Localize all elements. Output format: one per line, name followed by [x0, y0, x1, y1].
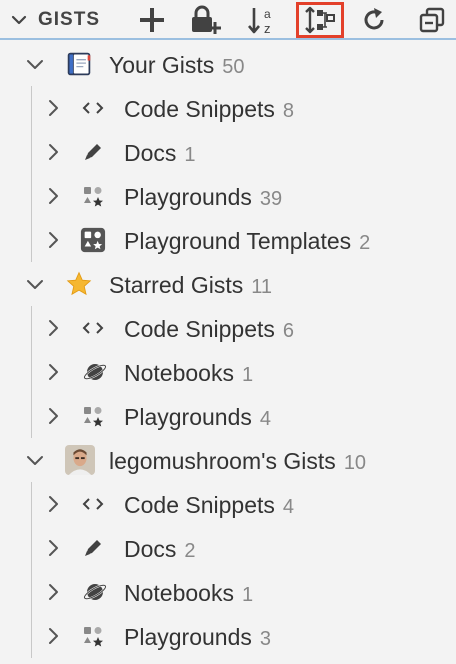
item-count: 3	[259, 628, 271, 650]
item-count: 1	[184, 144, 196, 166]
tree-item-label: Playgrounds	[124, 184, 252, 210]
tree-item-docs[interactable]: Docs 1	[0, 130, 456, 174]
svg-text:z: z	[264, 21, 271, 35]
tree-item-label: Playgrounds	[124, 404, 252, 430]
planet-icon	[82, 579, 108, 605]
chevron-right-icon[interactable]	[44, 319, 62, 337]
tree-item-notebooks[interactable]: Notebooks 1	[0, 350, 456, 394]
chevron-down-icon[interactable]	[26, 451, 44, 469]
chevron-right-icon[interactable]	[44, 231, 62, 249]
item-count: 10	[343, 452, 367, 474]
tree-item-label: Notebooks	[124, 360, 234, 386]
tree-item-your-gists[interactable]: Your Gists 50	[0, 42, 456, 86]
chevron-right-icon[interactable]	[44, 363, 62, 381]
group-button[interactable]	[296, 2, 344, 38]
chevron-down-icon[interactable]	[10, 11, 28, 29]
planet-icon	[82, 359, 108, 385]
item-count: 11	[251, 276, 272, 298]
tree-item-label: Notebooks	[124, 580, 234, 606]
code-icon	[80, 315, 106, 341]
tree-item-code-snippets[interactable]: Code Snippets 6	[0, 306, 456, 350]
code-icon	[80, 491, 106, 517]
item-count: 6	[282, 320, 295, 342]
tree-item-label: Code Snippets	[124, 96, 275, 122]
refresh-button[interactable]	[355, 3, 393, 37]
item-count: 4	[282, 496, 295, 518]
sort-a-z-icon: a z	[248, 7, 271, 35]
tree-item-label: Playground Templates	[124, 228, 352, 254]
plus-icon	[140, 8, 164, 32]
tree-item-playgrounds[interactable]: Playgrounds 4	[0, 394, 456, 438]
tree-item-playgrounds[interactable]: Playgrounds 3	[0, 614, 456, 658]
group-tree-icon	[305, 6, 335, 34]
playground-icon	[80, 403, 106, 429]
item-count: 50	[222, 56, 245, 78]
tree-item-code-snippets[interactable]: Code Snippets 8	[0, 86, 456, 130]
chevron-right-icon[interactable]	[44, 627, 62, 645]
chevron-right-icon[interactable]	[44, 143, 62, 161]
collapse-all-icon	[419, 7, 445, 33]
avatar	[64, 444, 96, 476]
tree-item-label: Code Snippets	[124, 492, 275, 518]
tree-item-code-snippets[interactable]: Code Snippets 4	[0, 482, 456, 526]
item-count: 39	[259, 188, 283, 210]
pencil-icon	[80, 139, 106, 165]
item-count: 1	[241, 584, 254, 606]
playground-icon	[80, 183, 106, 209]
svg-text:a: a	[264, 7, 271, 21]
pencil-icon	[80, 535, 106, 561]
lock-plus-icon	[192, 5, 221, 34]
code-icon	[80, 95, 106, 121]
chevron-right-icon[interactable]	[44, 539, 62, 557]
tree-item-notebooks[interactable]: Notebooks 1	[0, 570, 456, 614]
playground-template-icon	[80, 227, 106, 253]
tree-item-starred-gists[interactable]: Starred Gists 11	[0, 262, 456, 306]
tree-item-label: Playgrounds	[124, 624, 252, 650]
playground-icon	[80, 623, 106, 649]
new-secret-gist-button[interactable]	[186, 3, 224, 37]
tree-item-playgrounds[interactable]: Playgrounds 39	[0, 174, 456, 218]
tree-item-label: Docs	[124, 140, 177, 166]
item-count: 8	[282, 100, 295, 122]
chevron-right-icon[interactable]	[44, 407, 62, 425]
view-title: GISTS	[38, 9, 101, 30]
new-gist-button[interactable]	[133, 3, 171, 37]
tree-item-label: Your Gists	[109, 52, 215, 78]
chevron-right-icon[interactable]	[44, 495, 62, 513]
chevron-right-icon[interactable]	[44, 187, 62, 205]
tree-item-label: legomushroom's Gists	[109, 448, 336, 474]
item-count: 2	[359, 232, 371, 254]
refresh-icon	[364, 8, 384, 30]
star-icon	[66, 271, 92, 297]
item-count: 1	[241, 364, 254, 386]
chevron-down-icon[interactable]	[26, 275, 44, 293]
tree-item-label: Code Snippets	[124, 316, 275, 342]
notebook-icon	[66, 51, 92, 77]
gists-view-header[interactable]: GISTS a z	[0, 0, 456, 40]
item-count: 4	[259, 408, 271, 430]
tree-item-label: Starred Gists	[109, 272, 244, 298]
item-count: 2	[184, 540, 196, 562]
tree-item-docs[interactable]: Docs 2	[0, 526, 456, 570]
chevron-right-icon[interactable]	[44, 99, 62, 117]
tree-item-user-gists[interactable]: legomushroom's Gists 10	[0, 438, 456, 482]
sort-button[interactable]: a z	[244, 3, 282, 37]
chevron-down-icon[interactable]	[26, 55, 44, 73]
tree-item-label: Docs	[124, 536, 177, 562]
collapse-all-button[interactable]	[413, 3, 451, 37]
tree-item-playground-templates[interactable]: Playground Templates 2	[0, 218, 456, 262]
chevron-right-icon[interactable]	[44, 583, 62, 601]
